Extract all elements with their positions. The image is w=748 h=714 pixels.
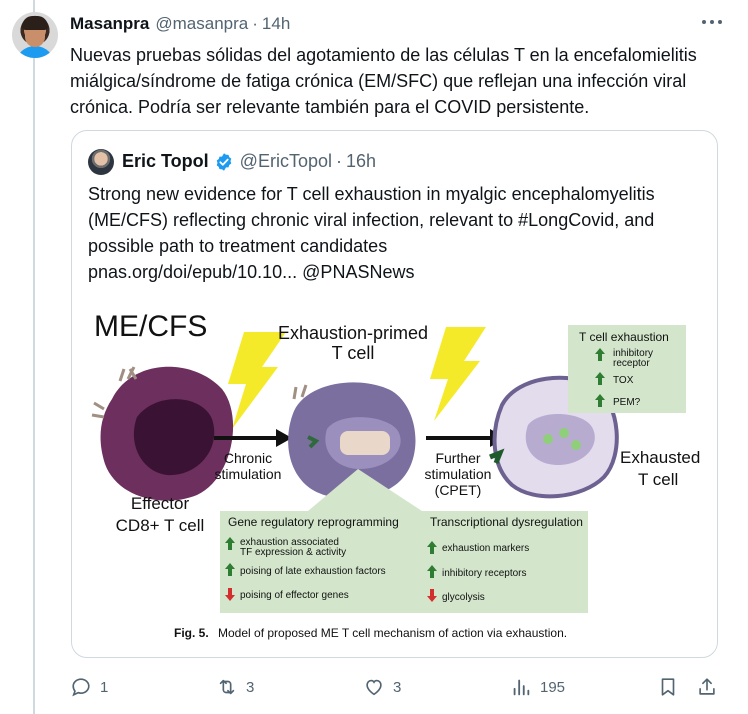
post-time[interactable]: 14h (262, 14, 290, 34)
gene-box-title: Gene regulatory reprogramming (228, 515, 399, 529)
caption-text: Model of proposed ME T cell mechanism of… (218, 626, 567, 640)
view-count: 195 (540, 678, 566, 696)
quoted-avatar[interactable] (88, 149, 114, 175)
bookmark-icon (661, 678, 675, 696)
lightning-bolt-icon (430, 327, 486, 421)
effector-cell (91, 366, 234, 501)
exhausted-label-line2: T cell (638, 470, 678, 489)
repost-count: 3 (246, 678, 255, 696)
exhausted-label-line1: Exhausted (620, 448, 700, 467)
quoted-author-name[interactable]: Eric Topol (122, 151, 209, 172)
arrow1-label-line2: stimulation (215, 466, 282, 482)
avatar[interactable] (12, 12, 58, 58)
dot-icon (702, 20, 706, 24)
exhaustion-item: receptor (613, 358, 650, 369)
quoted-header: Eric Topol @EricTopol · 16h (122, 151, 376, 172)
tx-item: inhibitory receptors (442, 568, 526, 579)
quoted-post[interactable]: Eric Topol @EricTopol · 16h Strong new e… (71, 130, 718, 658)
tx-item: exhaustion markers (442, 543, 529, 554)
quoted-body: Strong new evidence for T cell exhaustio… (88, 184, 655, 256)
arrow1-label-line1: Chronic (224, 450, 272, 466)
primed-label-line1: Exhaustion-primed (278, 323, 428, 343)
lightning-bolt-icon (228, 332, 286, 429)
more-options-button[interactable] (702, 18, 722, 26)
share-icon (699, 678, 715, 695)
views-button[interactable]: 195 (510, 676, 565, 698)
reply-icon (72, 678, 90, 697)
quoted-author-handle[interactable]: @EricTopol (240, 151, 332, 172)
figure-title: ME/CFS (94, 310, 207, 343)
arrow2-label-line2: stimulation (425, 466, 492, 482)
like-button[interactable]: 3 (363, 676, 401, 698)
reply-button[interactable]: 1 (70, 676, 108, 698)
exhaustion-item: PEM? (613, 397, 641, 408)
figure-image[interactable]: ME/CFS Exhaustion-primed T cell Effector… (72, 299, 718, 658)
separator: · (335, 151, 342, 171)
effector-label-line2: CD8+ T cell (116, 516, 205, 535)
tx-item: glycolysis (442, 592, 485, 603)
arrow2-label-line1: Further (435, 450, 480, 466)
quoted-link[interactable]: pnas.org/doi/epub/10.10... @PNASNews (88, 259, 700, 285)
repost-icon (219, 679, 235, 695)
quoted-text: Strong new evidence for T cell exhaustio… (88, 181, 700, 285)
separator: · (252, 14, 258, 33)
like-count: 3 (393, 678, 402, 696)
action-bar: 1 3 3 195 (70, 676, 720, 700)
post-text: Nuevas pruebas sólidas del agotamiento d… (70, 45, 697, 117)
repost-button[interactable]: 3 (216, 676, 254, 698)
dot-icon (718, 20, 722, 24)
heart-icon (366, 679, 382, 696)
quoted-time[interactable]: 16h (346, 151, 376, 172)
gene-item: poising of late exhaustion factors (240, 566, 386, 577)
primed-label-line2: T cell (332, 343, 375, 363)
author-handle[interactable]: @masanpra (155, 14, 248, 34)
analytics-icon (513, 679, 530, 696)
exhaustion-box-title: T cell exhaustion (579, 330, 669, 344)
tx-box-title: Transcriptional dysregulation (430, 515, 583, 529)
post-header: Masanpra @masanpra · 14h (70, 14, 290, 34)
thread-line (33, 0, 35, 714)
author-name[interactable]: Masanpra (70, 14, 149, 34)
gene-item: TF expression & activity (240, 547, 346, 558)
bookmark-button[interactable] (657, 676, 679, 698)
gene-item: poising of effector genes (240, 590, 349, 601)
verified-badge-icon (216, 152, 231, 171)
exhaustion-item: TOX (613, 375, 634, 386)
caption-label: Fig. 5. (174, 626, 209, 640)
dot-icon (710, 20, 714, 24)
effector-label-line1: Effector (131, 494, 190, 513)
reply-count: 1 (100, 678, 109, 696)
share-button[interactable] (696, 676, 718, 698)
arrow2-label-line3: (CPET) (435, 482, 482, 498)
